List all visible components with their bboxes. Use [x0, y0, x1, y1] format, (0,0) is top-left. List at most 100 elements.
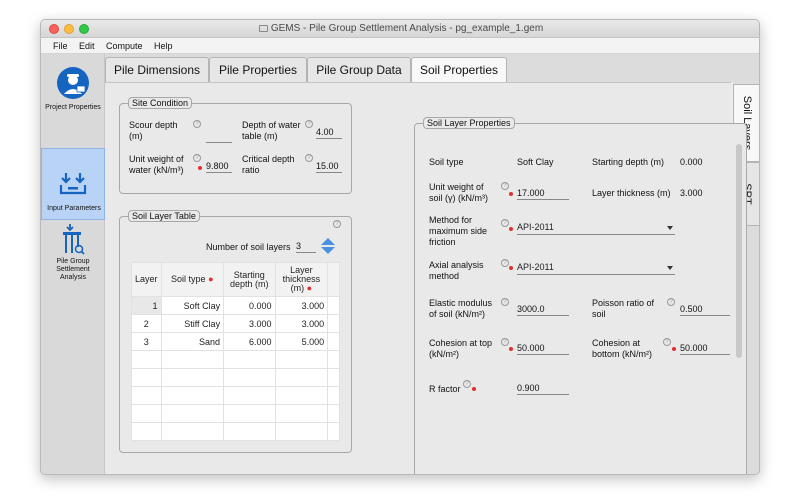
required-marker	[509, 347, 513, 351]
critical-depth-input[interactable]: 15.00	[316, 160, 342, 173]
help-icon[interactable]: ?	[305, 154, 313, 162]
help-icon[interactable]: ?	[667, 298, 675, 306]
help-icon[interactable]: ?	[463, 380, 471, 388]
cell-layer[interactable]: 1	[131, 296, 162, 315]
table-row[interactable]: 1 Soft Clay 0.000 3.000	[131, 296, 340, 315]
required-marker	[509, 227, 513, 231]
r-factor-input[interactable]: 0.900	[517, 382, 569, 395]
help-icon[interactable]: ?	[501, 182, 509, 190]
cell-layer[interactable]: 2	[131, 314, 162, 333]
scour-depth-input[interactable]	[206, 130, 232, 143]
menu-file[interactable]: File	[53, 41, 68, 51]
cell-layer-thickness[interactable]: 3.000	[274, 296, 329, 315]
window-title-text: GEMS - Pile Group Settlement Analysis - …	[270, 23, 544, 34]
cohesion-top-input[interactable]: 50.000	[517, 342, 569, 355]
engineer-icon	[57, 67, 89, 99]
help-icon[interactable]: ?	[501, 259, 509, 267]
content-area: Site Condition Scour depth (m) ? Depth o…	[105, 82, 747, 474]
col-header-spacer	[327, 262, 340, 297]
table-row[interactable]: 3 Sand 6.000 5.000	[131, 332, 340, 351]
cell-soil-type[interactable]: Sand	[160, 332, 225, 351]
required-marker: ●	[306, 283, 313, 293]
table-row	[131, 422, 340, 441]
axial-method-select[interactable]: API-2011	[517, 261, 675, 275]
soil-type-label: Soil type	[429, 157, 464, 167]
decrement-icon[interactable]	[321, 247, 335, 254]
cell-layer-thickness[interactable]: 5.000	[274, 332, 329, 351]
soil-layer-properties-title: Soil Layer Properties	[423, 117, 515, 129]
table-row	[131, 368, 340, 387]
table-row[interactable]: 2 Stiff Clay 3.000 3.000	[131, 314, 340, 333]
col-header-layer-thickness-text: Layer thickness (m)	[282, 265, 321, 293]
app-window: GEMS - Pile Group Settlement Analysis - …	[40, 19, 760, 475]
required-marker	[672, 347, 676, 351]
critical-depth-label: Critical depth ratio	[242, 154, 295, 175]
side-friction-method-select[interactable]: API-2011	[517, 221, 675, 235]
required-marker	[198, 166, 202, 170]
help-icon[interactable]: ?	[305, 120, 313, 128]
cell-starting-depth[interactable]: 6.000	[223, 332, 276, 351]
properties-scrollbar[interactable]	[736, 144, 742, 358]
cohesion-bottom-label: Cohesion at bottom (kN/m²)	[592, 338, 653, 359]
num-layers-input[interactable]: 3	[296, 240, 316, 253]
tab-pile-dimensions[interactable]: Pile Dimensions	[105, 57, 209, 83]
soil-layer-table: Layer Soil type ● Starting depth (m) Lay…	[131, 262, 340, 441]
help-icon[interactable]: ?	[501, 219, 509, 227]
soil-unit-weight-label: Unit weight of soil (γ) (kN/m³)	[429, 182, 488, 203]
scour-depth-label: Scour depth (m)	[129, 120, 178, 141]
tab-bar: Pile Dimensions Pile Properties Pile Gro…	[105, 54, 759, 83]
soil-unit-weight-input[interactable]: 17.000	[517, 187, 569, 200]
sidebar-label-input-parameters: Input Parameters	[47, 205, 101, 212]
cell-empty	[327, 296, 340, 315]
elastic-modulus-input[interactable]: 3000.0	[517, 303, 569, 316]
tab-pile-group-data[interactable]: Pile Group Data	[307, 57, 411, 83]
side-friction-method-label: Method for maximum side friction	[429, 215, 488, 247]
site-condition-title: Site Condition	[128, 97, 193, 109]
r-factor-label: R factor	[429, 384, 461, 394]
cell-soil-type[interactable]: Soft Clay	[160, 296, 225, 315]
cell-layer-thickness[interactable]: 3.000	[274, 314, 329, 333]
site-condition-group: Site Condition Scour depth (m) ? Depth o…	[119, 97, 352, 194]
poisson-ratio-label: Poisson ratio of soil	[592, 298, 655, 319]
help-icon[interactable]: ?	[501, 298, 509, 306]
help-icon[interactable]: ?	[193, 120, 201, 128]
sidebar-item-input-parameters[interactable]: Input Parameters	[41, 148, 105, 220]
cell-soil-type[interactable]: Stiff Clay	[160, 314, 225, 333]
sidebar-label-project-properties: Project Properties	[45, 104, 101, 111]
soil-layer-table-group: Soil Layer Table ? Number of soil layers…	[119, 210, 352, 453]
help-icon[interactable]: ?	[501, 338, 509, 346]
cohesion-bottom-input[interactable]: 50.000	[680, 342, 730, 355]
col-header-soil-type: Soil type ●	[160, 262, 225, 297]
poisson-ratio-input[interactable]: 0.500	[680, 303, 730, 316]
table-row	[131, 386, 340, 405]
required-marker	[509, 192, 513, 196]
sidebar-item-pile-group-analysis[interactable]: Pile Group Settlement Analysis	[41, 222, 105, 292]
soil-type-value: Soft Clay	[517, 157, 554, 167]
cell-starting-depth[interactable]: 0.000	[223, 296, 276, 315]
increment-icon[interactable]	[321, 238, 335, 245]
axial-method-value: API-2011	[517, 262, 554, 272]
help-icon[interactable]: ?	[333, 220, 341, 228]
menu-help[interactable]: Help	[154, 41, 173, 51]
menu-compute[interactable]: Compute	[106, 41, 143, 51]
starting-depth-label: Starting depth (m)	[592, 157, 665, 167]
sidebar-item-project-properties[interactable]: Project Properties	[41, 64, 105, 146]
cell-layer[interactable]: 3	[131, 332, 162, 351]
tab-pile-properties[interactable]: Pile Properties	[209, 57, 307, 83]
cell-starting-depth[interactable]: 3.000	[223, 314, 276, 333]
menu-bar: File Edit Compute Help	[41, 38, 759, 54]
help-icon[interactable]: ?	[663, 338, 671, 346]
water-unit-weight-label: Unit weight of water (kN/m³)	[129, 154, 184, 175]
water-depth-input[interactable]: 4.00	[316, 126, 342, 139]
sidebar-label-pile-group-analysis: Pile Group Settlement Analysis	[56, 258, 90, 281]
col-header-layer: Layer	[131, 262, 162, 297]
help-icon[interactable]: ?	[193, 154, 201, 162]
window-title: GEMS - Pile Group Settlement Analysis - …	[41, 23, 759, 34]
tab-soil-properties[interactable]: Soil Properties	[411, 57, 507, 83]
table-header-row: Layer Soil type ● Starting depth (m) Lay…	[131, 262, 340, 297]
sidebar: Project Properties Input Parameters Pile	[41, 54, 105, 474]
water-unit-weight-input[interactable]: 9.800	[206, 160, 232, 173]
soil-layer-properties-group: Soil Layer Properties Soil type Soft Cla…	[414, 117, 747, 474]
menu-edit[interactable]: Edit	[79, 41, 95, 51]
starting-depth-value: 0.000	[680, 157, 703, 167]
